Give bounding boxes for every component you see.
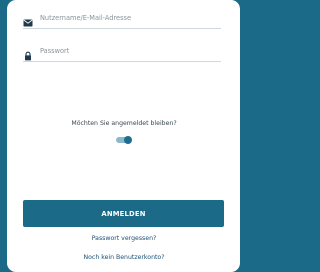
lock-icon xyxy=(23,46,33,61)
mail-icon xyxy=(23,13,33,27)
password-field[interactable]: Passwort xyxy=(23,43,221,62)
forgot-password-link[interactable]: Passwort vergessen? xyxy=(0,235,248,242)
remember-me-label: Möchten Sie angemeldet bleiben? xyxy=(71,120,177,127)
password-placeholder: Passwort xyxy=(40,47,70,55)
login-button[interactable]: ANMELDEN xyxy=(23,200,224,227)
toggle-thumb xyxy=(124,136,132,144)
username-placeholder: Nutzername/E-Mail-Adresse xyxy=(40,14,132,22)
register-link[interactable]: Noch kein Benutzerkonto? xyxy=(0,254,248,261)
remember-me-toggle[interactable] xyxy=(116,136,132,144)
username-field[interactable]: Nutzername/E-Mail-Adresse xyxy=(23,10,221,29)
